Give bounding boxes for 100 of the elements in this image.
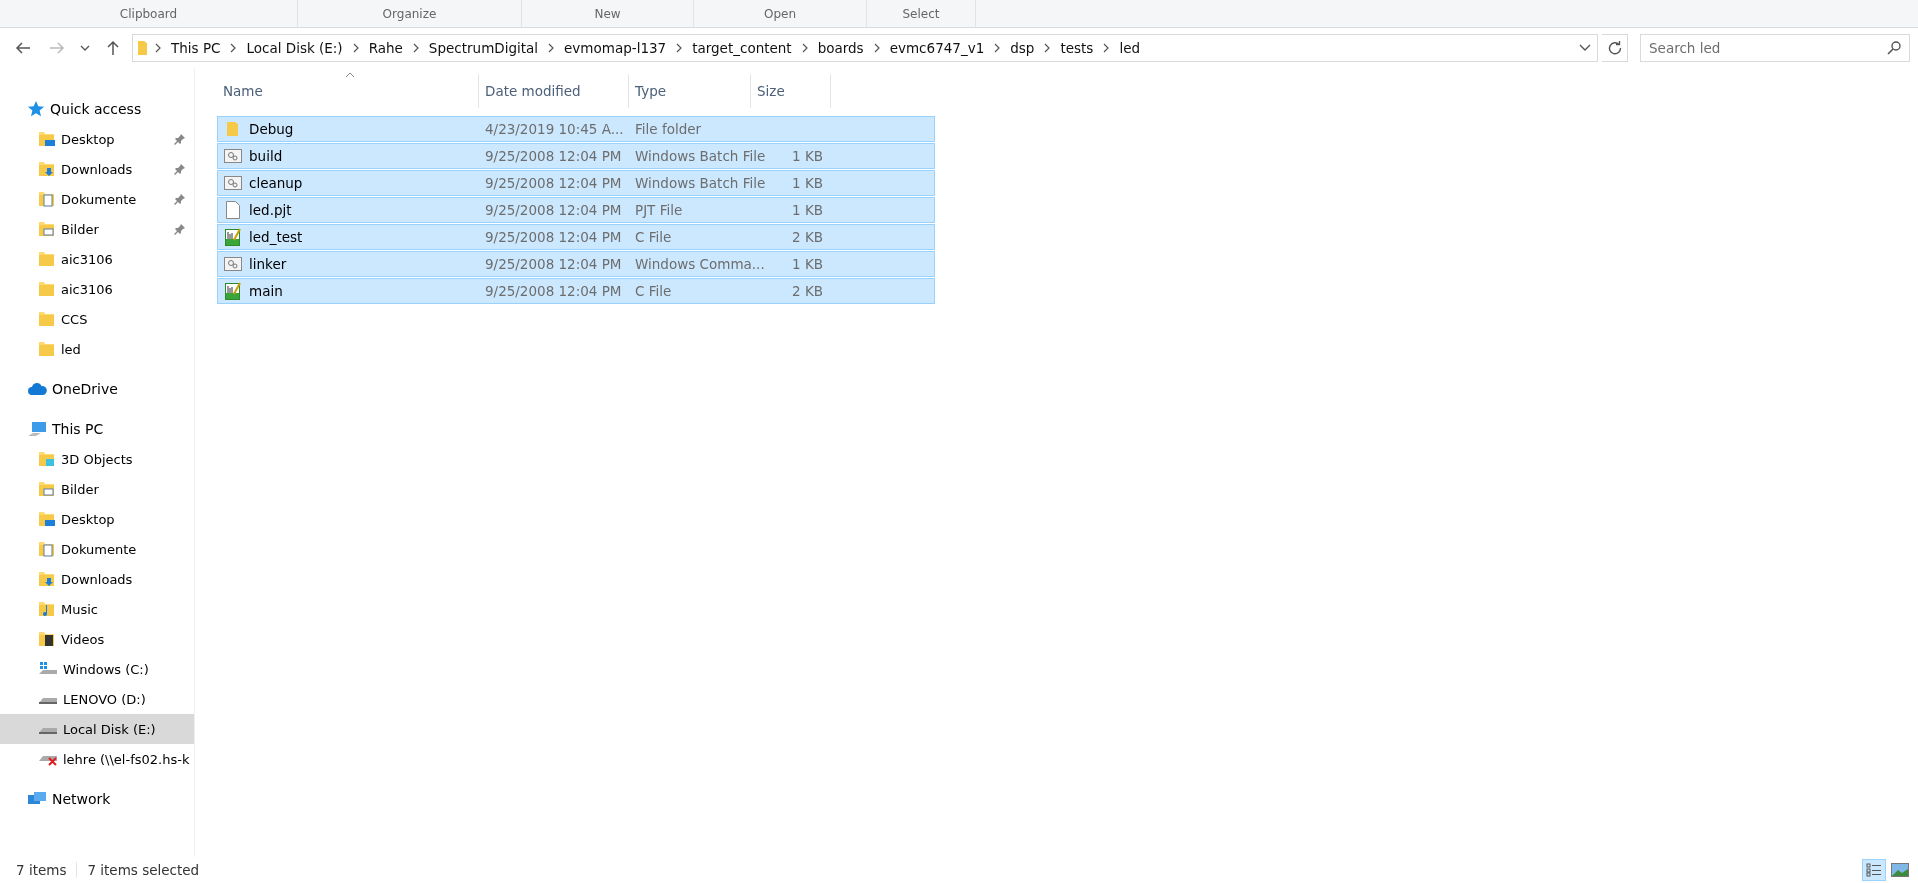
downloads-folder-icon [38, 571, 56, 587]
caret-icon [80, 45, 90, 51]
type-cell: Windows Batch File [635, 175, 766, 191]
size-cell: 1 KB [792, 256, 823, 272]
sidebar-item[interactable]: Downloads [0, 564, 194, 594]
breadcrumb[interactable]: evmomap-l137 [560, 40, 671, 56]
sidebar-item[interactable]: Network [0, 784, 194, 814]
column-header[interactable]: Name [217, 74, 479, 108]
sidebar-item[interactable]: Bilder [0, 474, 194, 504]
back-arrow-icon [15, 41, 31, 55]
sidebar-item[interactable]: Desktop [0, 124, 194, 154]
pictures-folder-icon [38, 481, 56, 497]
size-cell: 2 KB [792, 283, 823, 299]
file-name: cleanup [249, 175, 303, 191]
ribbon-group-label: Clipboard [119, 6, 178, 21]
sidebar-item[interactable]: aic3106 [0, 274, 194, 304]
type-cell: PJT File [635, 202, 683, 218]
folder-icon [137, 40, 149, 56]
downloads-folder-icon [38, 161, 56, 177]
file-name: build [249, 148, 283, 164]
breadcrumb[interactable]: dsp [1006, 40, 1039, 56]
file-row[interactable]: led_test 9/25/2008 12:04 PM C File 2 KB [217, 224, 935, 250]
ribbon-group-label: New [594, 6, 621, 21]
blank-file-icon [226, 201, 240, 219]
date-cell: 9/25/2008 12:04 PM [485, 175, 622, 191]
sidebar-item[interactable]: Dokumente [0, 534, 194, 564]
folder-icon [226, 121, 240, 137]
type-cell: C File [635, 229, 672, 245]
sidebar-item[interactable]: aic3106 [0, 244, 194, 274]
search-field[interactable]: Search led [1640, 34, 1910, 62]
item-count: 7 items [6, 862, 78, 878]
type-cell: File folder [635, 121, 702, 137]
sidebar-item[interactable]: lehre (\\el-fs02.hs-k [0, 744, 194, 774]
chart-file-icon [225, 282, 241, 300]
file-row[interactable]: Debug 4/23/2019 10:45 A... File folder [217, 116, 935, 142]
sidebar-item[interactable]: led [0, 334, 194, 364]
file-name: Debug [249, 121, 294, 137]
file-name: linker [249, 256, 287, 272]
objects-folder-icon [38, 451, 56, 467]
breadcrumb[interactable]: boards [813, 40, 868, 56]
date-cell: 9/25/2008 12:04 PM [485, 283, 622, 299]
sidebar-item[interactable]: Desktop [0, 504, 194, 534]
caret-icon [1579, 44, 1591, 52]
sidebar-item[interactable]: Videos [0, 624, 194, 654]
sidebar-item[interactable]: 3D Objects [0, 444, 194, 474]
date-cell: 9/25/2008 12:04 PM [485, 148, 622, 164]
sidebar-item[interactable]: Music [0, 594, 194, 624]
sidebar-item[interactable]: CCS [0, 304, 194, 334]
ribbon-group-label: Open [763, 6, 797, 21]
file-row[interactable]: led.pjt 9/25/2008 12:04 PM PJT File 1 KB [217, 197, 935, 223]
breadcrumb[interactable]: Rahe [364, 40, 407, 56]
desktop-folder-icon [38, 131, 56, 147]
ribbon-group-label: Select [902, 6, 940, 21]
chevron-icon [153, 43, 163, 53]
network-icon [27, 791, 47, 807]
sidebar-item[interactable]: Local Disk (E:) [0, 714, 194, 744]
file-row[interactable]: cleanup 9/25/2008 12:04 PM Windows Batch File 1 KB [217, 170, 935, 196]
folder-icon [38, 311, 56, 327]
breadcrumb[interactable]: Local Disk (E:) [242, 40, 347, 56]
ribbon-group-label: Organize [382, 6, 437, 21]
breadcrumb[interactable]: led [1115, 40, 1145, 56]
desktop-folder-icon [38, 511, 56, 527]
file-row[interactable]: main 9/25/2008 12:04 PM C File 2 KB [217, 278, 935, 304]
file-name: led.pjt [249, 202, 292, 218]
sidebar-item[interactable]: LENOVO (D:) [0, 684, 194, 714]
sidebar-item[interactable]: Quick access [0, 94, 194, 124]
sidebar-item[interactable]: Downloads [0, 154, 194, 184]
forward-arrow-icon [49, 41, 65, 55]
file-row[interactable]: build 9/25/2008 12:04 PM Windows Batch File 1 KB [217, 143, 935, 169]
sort-caret-icon [345, 72, 355, 78]
details-view-button[interactable] [1862, 859, 1886, 881]
drive-icon [38, 661, 58, 677]
sidebar-item[interactable]: This PC [0, 414, 194, 444]
star-icon [27, 100, 45, 118]
breadcrumb[interactable]: SpectrumDigital [424, 40, 543, 56]
file-name: led_test [249, 229, 303, 245]
sidebar-item[interactable]: OneDrive [0, 374, 194, 404]
size-cell: 1 KB [792, 148, 823, 164]
music-folder-icon [38, 601, 56, 617]
sidebar-item[interactable]: Dokumente [0, 184, 194, 214]
address-bar[interactable]: This PC Local Disk (E:) Rahe SpectrumDigital evmomap-l137 target_content boards evmc6747_v1 dsp tests led [132, 34, 1598, 62]
refresh-icon [1607, 41, 1622, 55]
cloud-icon [27, 382, 47, 396]
breadcrumb[interactable]: This PC [167, 40, 225, 56]
sidebar-item[interactable]: Bilder [0, 214, 194, 244]
date-cell: 9/25/2008 12:04 PM [485, 202, 622, 218]
column-header[interactable]: Type [629, 74, 751, 108]
column-header[interactable]: Size [751, 74, 831, 108]
breadcrumb[interactable]: evmc6747_v1 [885, 40, 989, 56]
type-cell: C File [635, 283, 672, 299]
file-row[interactable]: linker 9/25/2008 12:04 PM Windows Comma... 1 KB [217, 251, 935, 277]
date-cell: 4/23/2019 10:45 A... [485, 121, 624, 137]
size-cell: 2 KB [792, 229, 823, 245]
details-list-icon [1866, 863, 1882, 877]
column-header[interactable]: Date modified [479, 74, 629, 108]
breadcrumb[interactable]: tests [1056, 40, 1098, 56]
refresh-button[interactable] [1602, 34, 1628, 62]
breadcrumb[interactable]: target_content [688, 40, 796, 56]
sidebar-item[interactable]: Windows (C:) [0, 654, 194, 684]
folder-icon [38, 251, 56, 267]
